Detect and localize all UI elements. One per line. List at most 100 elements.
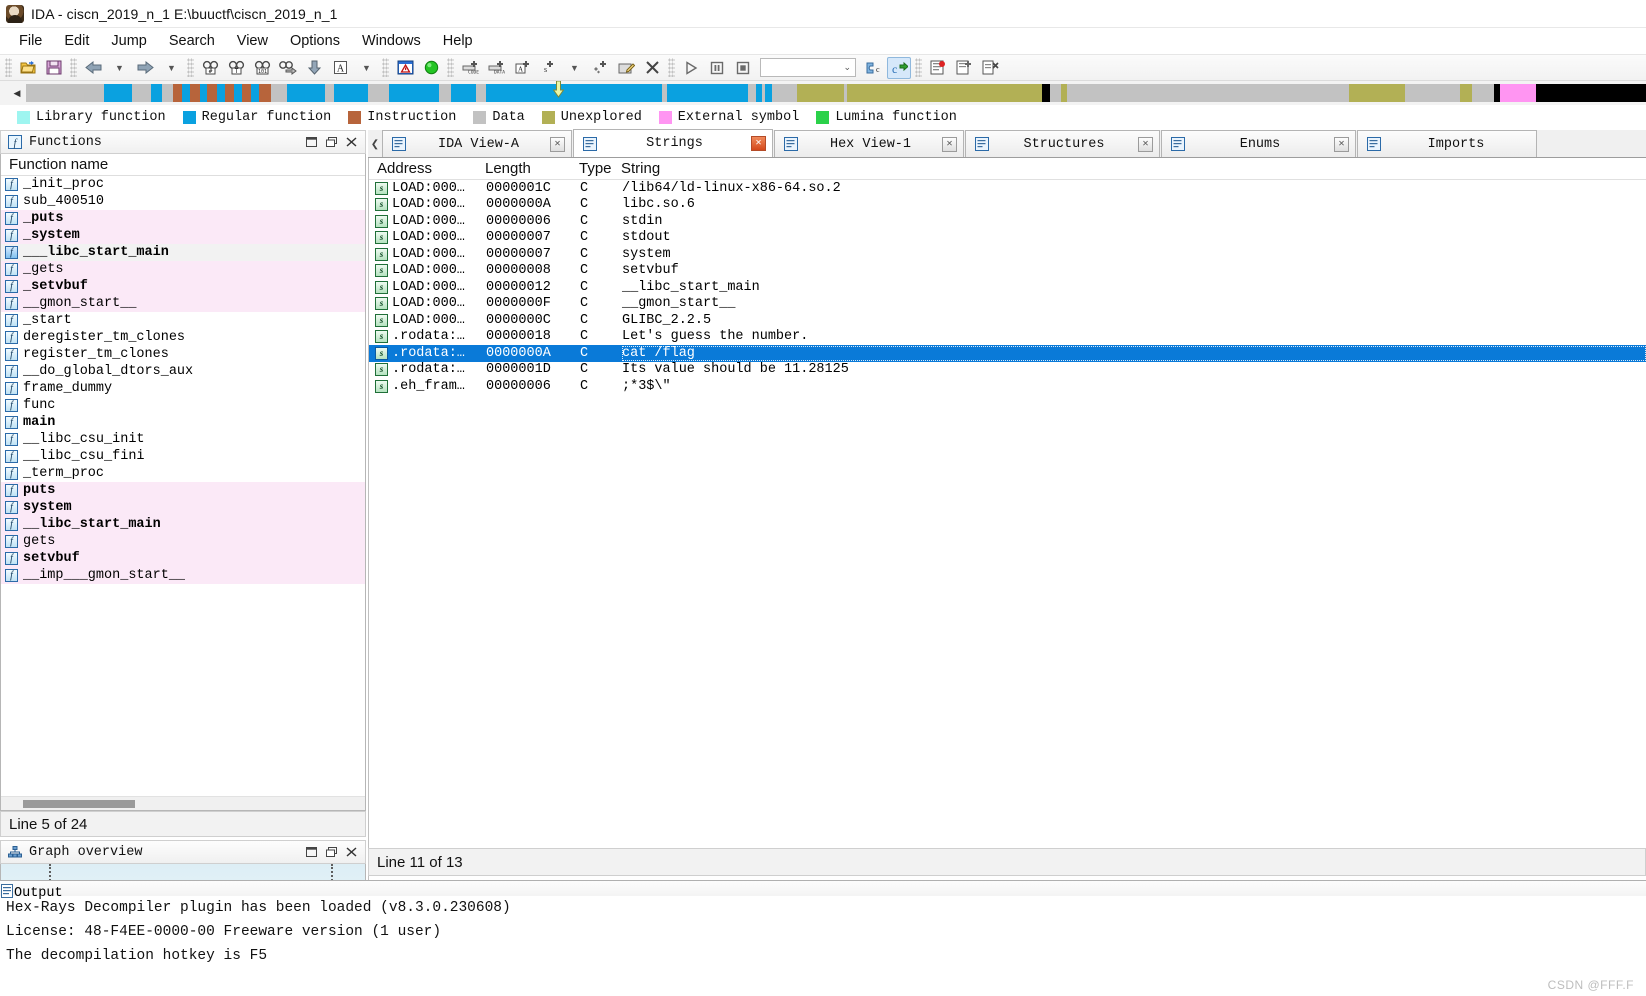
menu-item-help[interactable]: Help (432, 31, 484, 51)
function-list-item[interactable]: f ___libc_start_main (1, 244, 365, 261)
functions-list[interactable]: Function name f _init_proc f sub_400510 f _pu… (0, 154, 366, 811)
column-header-type[interactable]: Type (571, 160, 613, 177)
functions-hscrollbar[interactable] (1, 796, 365, 810)
search-hex-button[interactable]: # (198, 57, 222, 79)
function-list-item[interactable]: f _setvbuf (1, 278, 365, 295)
trace-button[interactable] (952, 57, 976, 79)
run-debugger-button[interactable] (679, 57, 703, 79)
function-list-item[interactable]: f func (1, 397, 365, 414)
function-list-item[interactable]: f sub_400510 (1, 193, 365, 210)
table-row[interactable]: s LOAD:000… 00000008 Csetvbuf (369, 263, 1646, 280)
function-list-item[interactable]: f __libc_start_main (1, 516, 365, 533)
tab-hex-view-1[interactable]: Hex View-1 ✕ (774, 130, 964, 157)
tab-structures[interactable]: Structures ✕ (965, 130, 1160, 157)
column-header-length[interactable]: Length (477, 160, 571, 177)
table-row[interactable]: s LOAD:000… 0000001C C/lib64/ld-linux-x86-6… (369, 180, 1646, 197)
column-header-string[interactable]: String (613, 160, 1646, 177)
x-delete-button[interactable] (640, 57, 664, 79)
lumina-button[interactable] (419, 57, 443, 79)
rename-button[interactable] (614, 57, 638, 79)
function-list-item[interactable]: f _puts (1, 210, 365, 227)
make-array-dropdown[interactable]: ▼ (562, 57, 586, 79)
tab-imports[interactable]: Imports (1357, 130, 1537, 157)
toolbar-grip[interactable] (915, 58, 922, 77)
function-list-item[interactable]: f __imp___gmon_start__ (1, 567, 365, 584)
function-list-item[interactable]: f __libc_csu_init (1, 431, 365, 448)
table-row[interactable]: s .rodata:… 00000018 C Let's guess the numbe… (369, 329, 1646, 346)
menu-item-edit[interactable]: Edit (53, 31, 100, 51)
function-list-item[interactable]: f setvbuf (1, 550, 365, 567)
font-dropdown[interactable]: ▼ (354, 57, 378, 79)
toolbar-grip[interactable] (447, 58, 454, 77)
toolbar-grip[interactable] (382, 58, 389, 77)
maximize-button[interactable] (301, 843, 321, 861)
table-row[interactable]: s .eh_fram… 00000006 C ;*3$\" (369, 378, 1646, 395)
triangle-left-icon[interactable]: ◀ (8, 85, 26, 101)
tab-ida-view-a[interactable]: IDA View-A ✕ (382, 130, 572, 157)
warnings-button[interactable] (393, 57, 417, 79)
table-row[interactable]: s LOAD:000… 0000000C C GLIBC_2.2.5 (369, 312, 1646, 329)
pause-debugger-button[interactable] (705, 57, 729, 79)
navigate-back-button[interactable] (81, 57, 105, 79)
decompile-function-button[interactable]: c (861, 57, 885, 79)
decompile-file-button[interactable]: c (887, 56, 911, 79)
navigate-back-dropdown[interactable]: ▼ (107, 57, 131, 79)
function-list-item[interactable]: f _system (1, 227, 365, 244)
function-list-item[interactable]: f _gets (1, 261, 365, 278)
function-list-item[interactable]: f __gmon_start__ (1, 295, 365, 312)
function-list-item[interactable]: f _init_proc (1, 176, 365, 193)
functions-column-header[interactable]: Function name (1, 154, 365, 176)
table-row[interactable]: s LOAD:000… 00000007 Csystem (369, 246, 1646, 263)
close-icon[interactable]: ✕ (1334, 136, 1349, 152)
toolbar-grip[interactable] (187, 58, 194, 77)
make-code-button[interactable]: CODE (458, 57, 482, 79)
make-data-button[interactable]: DATA (484, 57, 508, 79)
strings-rows[interactable]: s LOAD:000… 0000001C C/lib64/ld-linux-x86-6… (369, 180, 1646, 395)
function-list-item[interactable]: f system (1, 499, 365, 516)
search-next-button[interactable] (276, 57, 300, 79)
jump-down-button[interactable] (302, 57, 326, 79)
toolbar-grip[interactable] (668, 58, 675, 77)
menu-item-jump[interactable]: Jump (100, 31, 157, 51)
menu-item-search[interactable]: Search (158, 31, 226, 51)
function-list-item[interactable]: f frame_dummy (1, 380, 365, 397)
table-row[interactable]: s .rodata:… 0000001D C Its value should be 1… (369, 362, 1646, 379)
menu-item-options[interactable]: Options (279, 31, 351, 51)
toolbar-grip[interactable] (70, 58, 77, 77)
tab-enums[interactable]: Enums ✕ (1161, 130, 1356, 157)
output-log[interactable]: Hex-Rays Decompiler plugin has been load… (0, 896, 1646, 986)
table-row[interactable]: s LOAD:000… 0000000A Clibc.so.6 (369, 197, 1646, 214)
tab-strings[interactable]: Strings ✕ (573, 129, 773, 157)
function-list-item[interactable]: f __do_global_dtors_aux (1, 363, 365, 380)
function-list-item[interactable]: f _term_proc (1, 465, 365, 482)
close-icon[interactable]: ✕ (1138, 136, 1153, 152)
font-button[interactable]: A (328, 57, 352, 79)
menu-item-windows[interactable]: Windows (351, 31, 432, 51)
functions-hscrollbar-thumb[interactable] (23, 800, 135, 808)
save-file-button[interactable] (42, 57, 66, 79)
function-list-item[interactable]: f gets (1, 533, 365, 550)
toolbar-grip[interactable] (5, 58, 12, 77)
close-icon[interactable]: ✕ (751, 136, 766, 151)
navigation-band-segments[interactable] (26, 84, 1646, 102)
navigation-band[interactable] (26, 81, 1646, 102)
function-list-item[interactable]: f main (1, 414, 365, 431)
table-row[interactable]: s LOAD:000… 0000000F C __gmon_start__ (369, 296, 1646, 313)
clear-trace-button[interactable] (978, 57, 1002, 79)
restore-button[interactable] (321, 843, 341, 861)
make-struct-button[interactable]: s (536, 57, 560, 79)
table-row[interactable]: s LOAD:000… 00000006 Cstdin (369, 213, 1646, 230)
close-button[interactable] (341, 133, 361, 151)
chevron-left-icon[interactable]: ❮ (368, 131, 382, 157)
functions-rows[interactable]: f _init_proc f sub_400510 f _puts f _system f ___… (1, 176, 365, 584)
close-icon[interactable]: ✕ (550, 136, 565, 152)
table-row[interactable]: s LOAD:000… 00000012 C __libc_start_main (369, 279, 1646, 296)
close-button[interactable] (341, 843, 361, 861)
navigate-forward-dropdown[interactable]: ▼ (159, 57, 183, 79)
function-list-item[interactable]: f _start (1, 312, 365, 329)
table-row[interactable]: s .rodata:… 0000000A Ccat /flag (369, 345, 1646, 362)
column-header-address[interactable]: Address (369, 160, 477, 177)
function-list-item[interactable]: f __libc_csu_fini (1, 448, 365, 465)
search-text-button[interactable]: T (224, 57, 248, 79)
navigate-forward-button[interactable] (133, 57, 157, 79)
